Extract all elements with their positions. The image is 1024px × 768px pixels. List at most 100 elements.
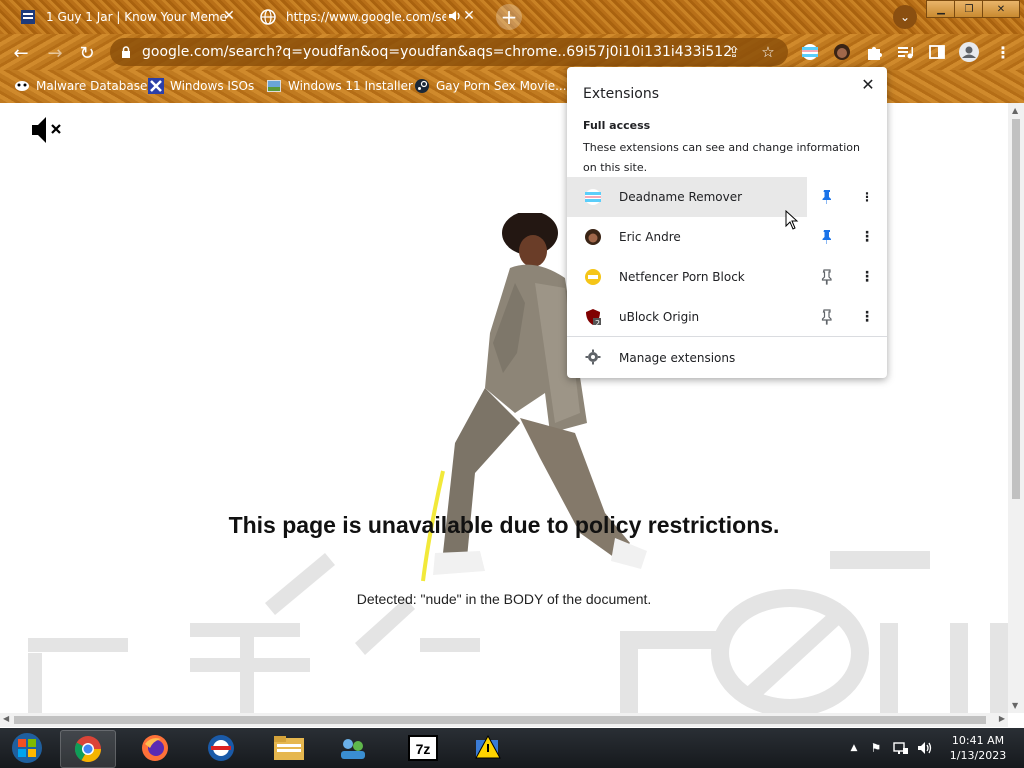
taskbar-7zip[interactable]: 7z	[396, 730, 450, 766]
muted-speaker-icon[interactable]	[30, 115, 70, 145]
vertical-scroll-thumb[interactable]	[1012, 119, 1020, 499]
netfencer-icon	[585, 269, 601, 285]
horizontal-scrollbar[interactable]: ◀ ▶	[0, 713, 1008, 727]
manage-extensions-button[interactable]: Manage extensions	[567, 339, 887, 375]
policy-block-detail: Detected: "nude" in the BODY of the docu…	[356, 591, 652, 607]
extensions-puzzle-icon[interactable]	[863, 41, 885, 63]
extension-row-deadname-remover[interactable]: Deadname Remover	[567, 177, 807, 217]
unpinned-icon[interactable]	[819, 269, 835, 285]
bookmark-label: Malware Database	[36, 79, 148, 93]
taskbar-network-app[interactable]	[326, 730, 380, 766]
more-options-icon[interactable]: ⋮	[859, 229, 875, 245]
bookmark-label: Windows ISOs	[170, 79, 255, 93]
clock-time: 10:41 AM	[951, 734, 1005, 747]
bookmark-gay-porn-sex-movie[interactable]: Gay Porn Sex Movie...	[414, 76, 567, 96]
flag-icon[interactable]: ⚑	[868, 740, 884, 756]
bookmark-windows-11-installer[interactable]: Windows 11 Installer	[266, 76, 413, 96]
bookmark-label: Gay Porn Sex Movie...	[436, 79, 567, 93]
lock-icon[interactable]	[120, 46, 132, 58]
pinned-icon[interactable]	[819, 189, 835, 205]
tab-google-search[interactable]: https://www.google.com/sear ✕	[248, 4, 484, 30]
system-clock[interactable]: 10:41 AM 1/13/2023	[948, 733, 1008, 763]
close-window-button[interactable]: ✕	[982, 0, 1020, 18]
x-icon	[148, 78, 164, 94]
share-icon[interactable]: ⇪	[724, 42, 744, 62]
scroll-right-icon[interactable]: ▶	[999, 714, 1005, 723]
url-text: google.com/search?q=youdfan&oq=youdfan&a…	[142, 44, 732, 60]
close-tab-icon[interactable]: ✕	[460, 7, 478, 25]
trans-flag-icon	[585, 189, 601, 205]
network-icon[interactable]	[893, 740, 909, 756]
start-button[interactable]	[0, 730, 54, 766]
extensions-popup: Extensions ✕ Full access These extension…	[567, 67, 887, 378]
extension-name: uBlock Origin	[619, 310, 700, 324]
full-access-heading: Full access	[583, 119, 651, 132]
divider	[567, 336, 887, 337]
taskbar-opera[interactable]	[194, 730, 248, 766]
extension-row-eric-andre[interactable]: Eric Andre ⋮	[567, 217, 887, 257]
vertical-scrollbar[interactable]: ▲ ▼	[1008, 103, 1024, 713]
chrome-icon	[74, 736, 102, 763]
close-popup-icon[interactable]: ✕	[857, 73, 879, 95]
knowyourmeme-favicon-icon	[20, 9, 36, 25]
minimize-button[interactable]: ▁	[926, 0, 956, 18]
close-tab-icon[interactable]: ✕	[220, 7, 238, 25]
taskbar-app[interactable]	[462, 730, 516, 766]
manage-extensions-label: Manage extensions	[619, 351, 736, 365]
bookmark-star-icon[interactable]: ☆	[758, 42, 778, 62]
extension-row-ublock-origin[interactable]: 2 uBlock Origin ⋮	[567, 297, 887, 337]
reload-button[interactable]: ↻	[74, 40, 100, 66]
mouse-cursor-icon	[785, 210, 799, 230]
chrome-menu-icon[interactable]: ⋮	[992, 41, 1014, 63]
svg-text:7z: 7z	[416, 741, 431, 757]
gear-icon	[585, 349, 601, 365]
firefox-icon	[142, 735, 168, 761]
tray-expand-icon[interactable]: ▲	[846, 740, 862, 756]
folder-icon	[274, 736, 304, 760]
forward-button[interactable]: →	[42, 40, 68, 66]
extension-name: Deadname Remover	[619, 190, 743, 204]
profile-avatar-icon[interactable]	[958, 41, 980, 63]
deadname-remover-extension-icon[interactable]	[799, 41, 821, 63]
warning-app-icon	[475, 734, 501, 759]
tab-search-chevron-icon[interactable]: ⌄	[893, 5, 917, 29]
media-controls-icon[interactable]	[894, 41, 916, 63]
taskbar-firefox[interactable]	[128, 730, 182, 766]
volume-icon[interactable]	[917, 740, 933, 756]
scroll-up-icon[interactable]: ▲	[1012, 106, 1018, 115]
mask-icon	[14, 78, 30, 94]
bookmark-malware-database[interactable]: Malware Database	[14, 76, 147, 96]
policy-block-title: This page is unavailable due to policy r…	[228, 512, 780, 538]
new-tab-button[interactable]: +	[496, 4, 522, 30]
extension-name: Eric Andre	[619, 230, 681, 244]
tab-title: 1 Guy 1 Jar | Know Your Meme	[46, 10, 227, 24]
scroll-down-icon[interactable]: ▼	[1012, 701, 1018, 710]
unpinned-icon[interactable]	[819, 309, 835, 325]
horizontal-scroll-thumb[interactable]	[14, 716, 986, 724]
more-options-icon[interactable]: ⋮	[859, 309, 875, 325]
opera-icon	[208, 735, 234, 761]
image-icon	[266, 78, 282, 94]
7zip-icon: 7z	[408, 735, 438, 761]
address-bar[interactable]: google.com/search?q=youdfan&oq=youdfan&a…	[110, 38, 788, 66]
globe-icon	[260, 9, 276, 25]
back-button[interactable]: ←	[8, 40, 34, 66]
eric-andre-extension-icon[interactable]	[831, 41, 853, 63]
bookmark-windows-isos[interactable]: Windows ISOs	[148, 76, 254, 96]
taskbar-file-explorer[interactable]	[262, 730, 316, 766]
full-access-description: These extensions can see and change info…	[583, 141, 860, 174]
extension-row-netfencer[interactable]: Netfencer Porn Block ⋮	[567, 257, 887, 297]
maximize-button[interactable]: ❐	[954, 0, 984, 18]
taskbar-chrome[interactable]	[60, 730, 116, 768]
popup-title: Extensions	[583, 86, 660, 102]
pinned-icon[interactable]	[819, 229, 835, 245]
steam-icon	[414, 78, 430, 94]
extension-name: Netfencer Porn Block	[619, 270, 745, 284]
tab-know-your-meme[interactable]: 1 Guy 1 Jar | Know Your Meme ✕	[8, 4, 244, 30]
more-options-icon[interactable]: ⋮	[859, 269, 875, 285]
more-options-icon[interactable]: ⋮	[859, 189, 875, 205]
scroll-left-icon[interactable]: ◀	[3, 714, 9, 723]
ublock-badge: 2	[595, 319, 601, 328]
side-panel-icon[interactable]	[926, 41, 948, 63]
eric-andre-icon	[585, 229, 601, 245]
